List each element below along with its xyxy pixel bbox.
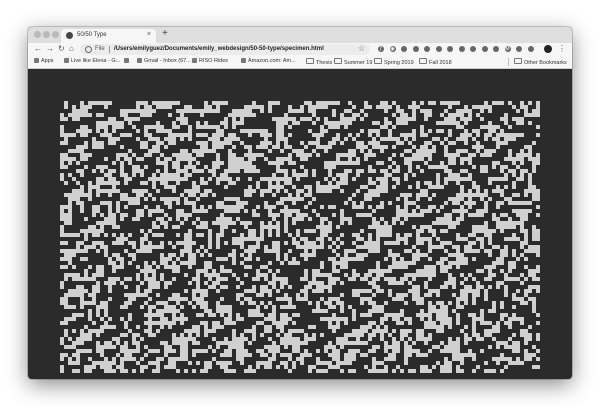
other-bookmarks[interactable]: Other Bookmarks	[514, 58, 567, 66]
divider	[109, 46, 110, 53]
info-icon[interactable]	[85, 46, 92, 53]
extension-icon[interactable]	[470, 46, 476, 52]
minimize-window-button[interactable]	[43, 31, 50, 38]
tab-active[interactable]: 50/50 Type ×	[61, 29, 156, 43]
bookmark-folder-thesis[interactable]: Thesis	[306, 58, 332, 66]
page-content	[28, 69, 572, 379]
bookmarks-bar: Apps Live like Elena - G... Gmail - Inbo…	[28, 56, 572, 69]
folder-icon	[514, 58, 522, 64]
bookmark-item[interactable]	[124, 58, 131, 64]
close-window-button[interactable]	[34, 31, 41, 38]
bookmark-folder-summer-19[interactable]: Summer 19	[334, 58, 372, 66]
apps-grid-icon	[34, 58, 39, 63]
extension-icon[interactable]	[458, 46, 465, 52]
folder-icon	[419, 58, 427, 64]
forward-button[interactable]: →	[46, 44, 54, 54]
reload-button[interactable]: ↻	[58, 44, 65, 54]
profile-avatar[interactable]	[544, 45, 552, 53]
extension-icon[interactable]	[435, 46, 442, 52]
zoom-window-button[interactable]	[52, 31, 59, 38]
browser-window: 50/50 Type × + ← → ↻ ⌂ File /Users/emily…	[28, 27, 572, 379]
extension-icon[interactable]	[516, 46, 522, 52]
extension-icon[interactable]: ◉	[389, 46, 396, 52]
url-text[interactable]: /Users/emilyguez/Documents/emily_webdesi…	[114, 46, 324, 52]
extension-icon[interactable]: ƒ	[378, 46, 384, 52]
bookmark-gmail[interactable]: Gmail - Inbox (67...	[137, 58, 191, 64]
bookmark-favicon-icon	[124, 58, 129, 63]
extension-icon[interactable]	[493, 46, 499, 52]
divider	[508, 58, 509, 66]
address-bar[interactable]: File /Users/emilyguez/Documents/emily_we…	[80, 44, 370, 55]
extension-icon[interactable]	[527, 46, 534, 52]
bookmark-favicon-icon	[192, 58, 197, 63]
bookmark-folder-fall-2018[interactable]: Fall 2018	[419, 58, 452, 66]
toolbar: ← → ↻ ⌂ File /Users/emilyguez/Documents/…	[28, 43, 572, 56]
extension-icon[interactable]: M	[504, 46, 511, 52]
bookmark-live-like-elena[interactable]: Live like Elena - G...	[64, 58, 120, 64]
tab-title: 50/50 Type	[77, 32, 107, 38]
extension-icon[interactable]	[481, 46, 488, 52]
menu-icon[interactable]: ⋮	[558, 44, 566, 53]
url-scheme: File	[95, 46, 105, 52]
bookmark-apps[interactable]: Apps	[34, 58, 54, 64]
bookmark-star-icon[interactable]: ☆	[358, 44, 365, 53]
bookmark-amazon[interactable]: Amazon.com: Am...	[241, 58, 296, 64]
home-button[interactable]: ⌂	[69, 44, 74, 54]
globe-icon	[66, 32, 73, 39]
extension-icon[interactable]	[424, 46, 430, 52]
tab-strip: 50/50 Type × +	[28, 27, 572, 43]
bookmark-folder-spring-2019[interactable]: Spring 2019	[374, 58, 414, 66]
extension-icon[interactable]	[447, 46, 453, 52]
type-specimen-pattern	[60, 101, 540, 373]
folder-icon	[306, 58, 314, 64]
extension-icon[interactable]	[412, 46, 419, 52]
back-button[interactable]: ←	[34, 44, 42, 54]
bookmark-riso-rides[interactable]: RISO Rides	[192, 58, 228, 64]
extension-icon[interactable]	[401, 46, 407, 52]
gmail-icon	[137, 58, 142, 63]
bookmark-favicon-icon	[64, 58, 69, 63]
folder-icon	[374, 58, 382, 64]
amazon-icon	[241, 58, 246, 63]
new-tab-button[interactable]: +	[162, 28, 168, 39]
tab-close-icon[interactable]: ×	[147, 31, 151, 38]
folder-icon	[334, 58, 342, 64]
